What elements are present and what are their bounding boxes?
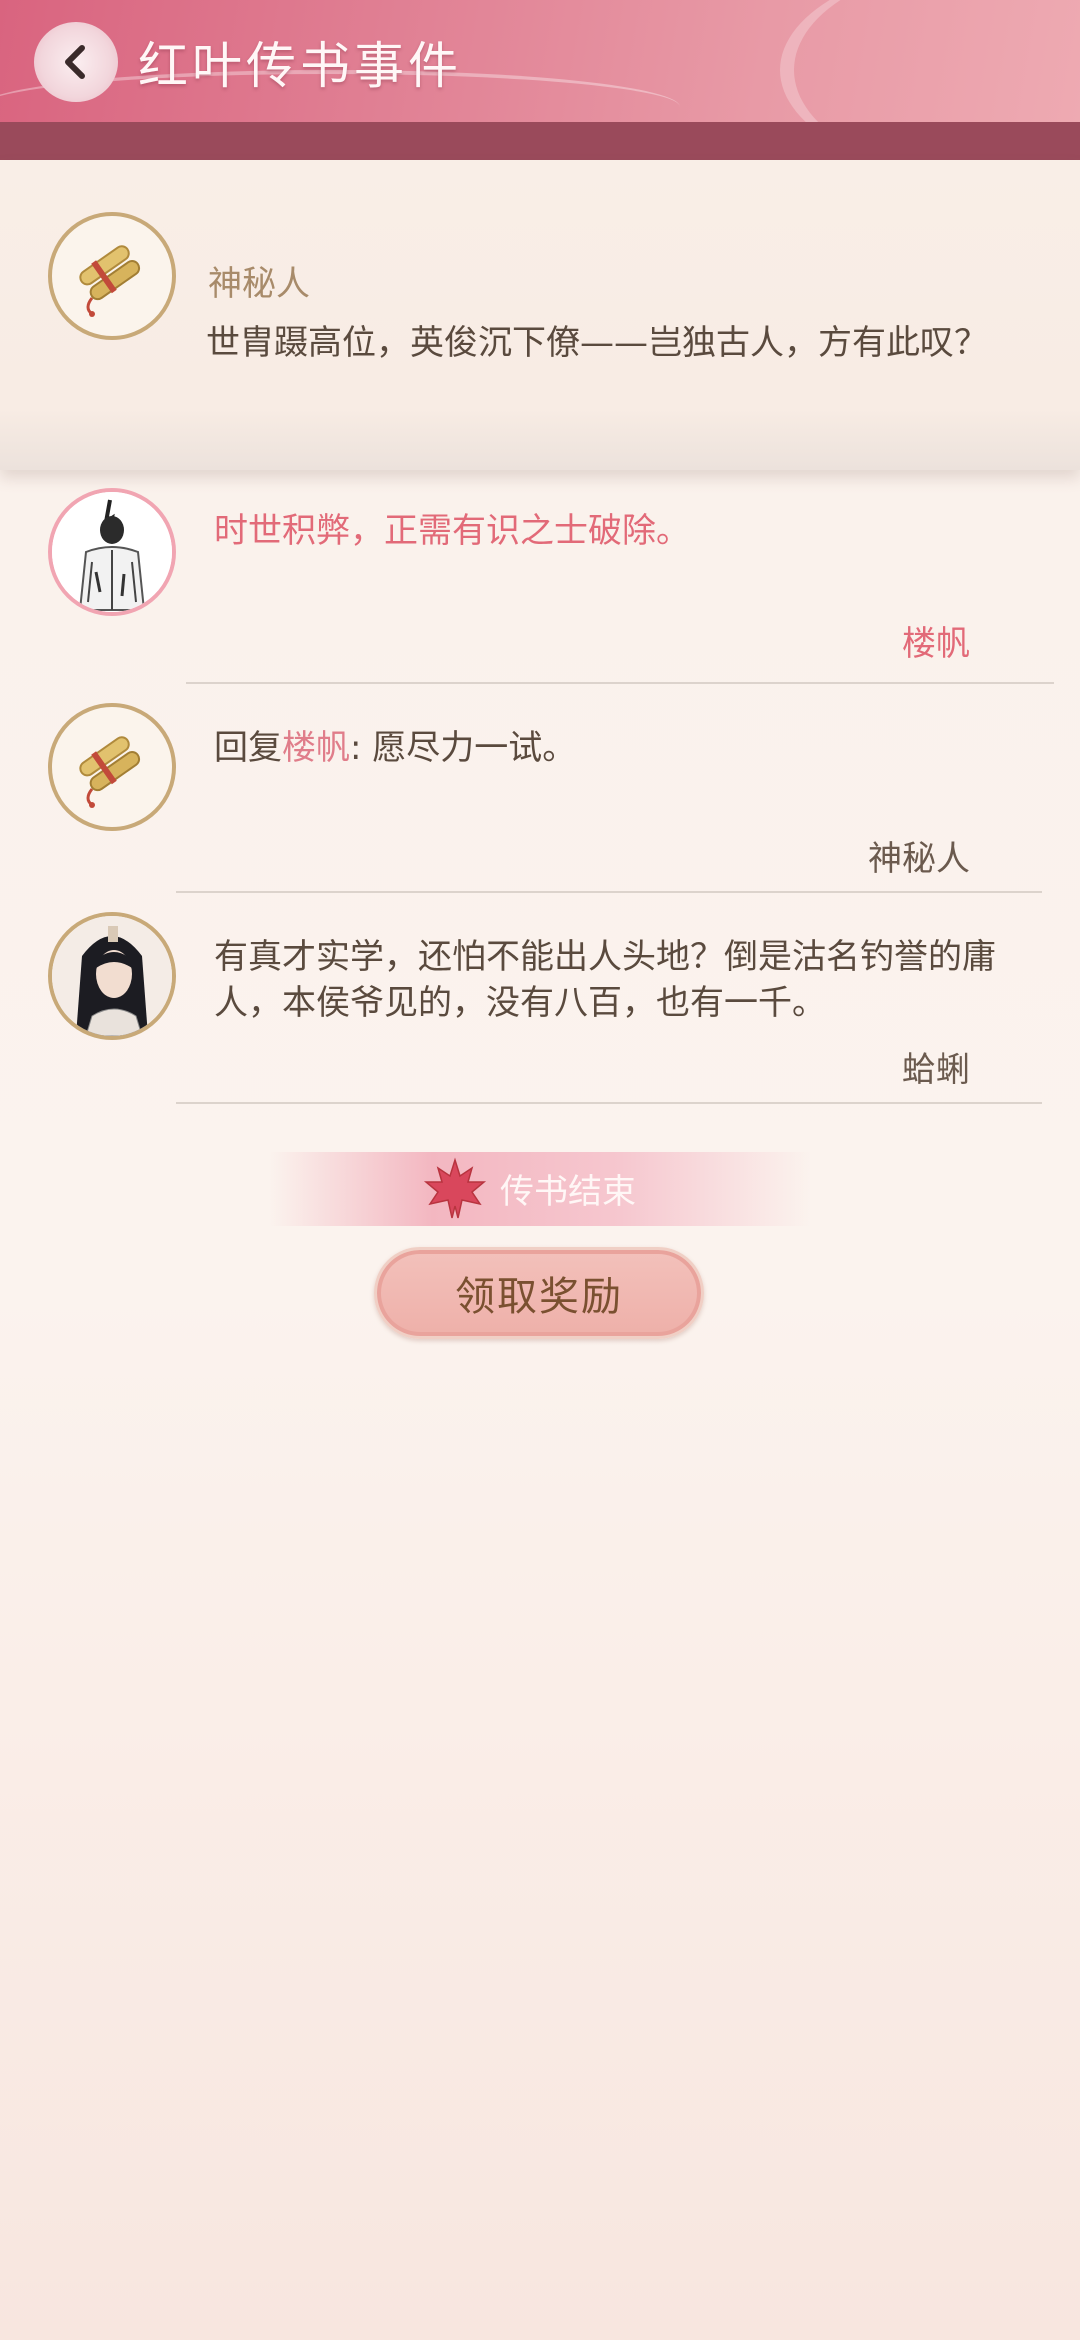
reply-author: 神秘人	[868, 839, 970, 879]
divider	[186, 682, 1054, 684]
divider	[176, 891, 1042, 893]
claim-reward-label: 领取奖励	[455, 1274, 623, 1320]
reply-body: : 愿尽力一试。	[350, 728, 577, 768]
scroll-icon	[79, 736, 141, 808]
letter-text: 世胄蹑高位，英俊沉下僚——岂独古人，方有此叹？	[206, 323, 988, 363]
reply-avatar[interactable]	[48, 703, 176, 831]
reply-author: 楼帆	[902, 624, 970, 664]
reply-text: 回复楼帆: 愿尽力一试。	[214, 725, 1004, 771]
end-banner-text: 传书结束	[500, 1172, 636, 1212]
scroll-icon	[79, 245, 141, 317]
divider	[176, 1102, 1042, 1104]
ink-portrait-avatar	[52, 492, 172, 612]
reply-text: 时世积弊，正需有识之士破除。	[214, 511, 690, 551]
claim-reward-button[interactable]: 领取奖励	[374, 1247, 704, 1339]
back-button[interactable]	[34, 22, 118, 102]
reply-prefix: 回复	[214, 728, 282, 768]
reply-mention[interactable]: 楼帆	[282, 728, 350, 768]
reply-text: 有真才实学，还怕不能出人头地？倒是沽名钓誉的庸人，本侯爷见的，没有八百，也有一千…	[214, 937, 996, 1023]
page-title: 红叶传书事件	[138, 37, 462, 95]
maple-leaf-icon	[423, 1157, 487, 1219]
reply-author: 蛤蜊	[902, 1050, 970, 1090]
end-banner: 传书结束	[270, 1152, 810, 1226]
character-portrait-avatar	[52, 916, 172, 1036]
reply-avatar[interactable]	[48, 488, 176, 616]
header-bar: 红叶传书事件	[0, 0, 1080, 160]
original-letter-card: 神秘人 世胄蹑高位，英俊沉下僚——岂独古人，方有此叹？	[0, 160, 1080, 470]
author-name: 神秘人	[208, 264, 310, 304]
chevron-left-icon	[65, 45, 85, 79]
header-band	[0, 122, 1080, 160]
author-avatar[interactable]	[48, 212, 176, 340]
reply-avatar[interactable]	[48, 912, 176, 1040]
